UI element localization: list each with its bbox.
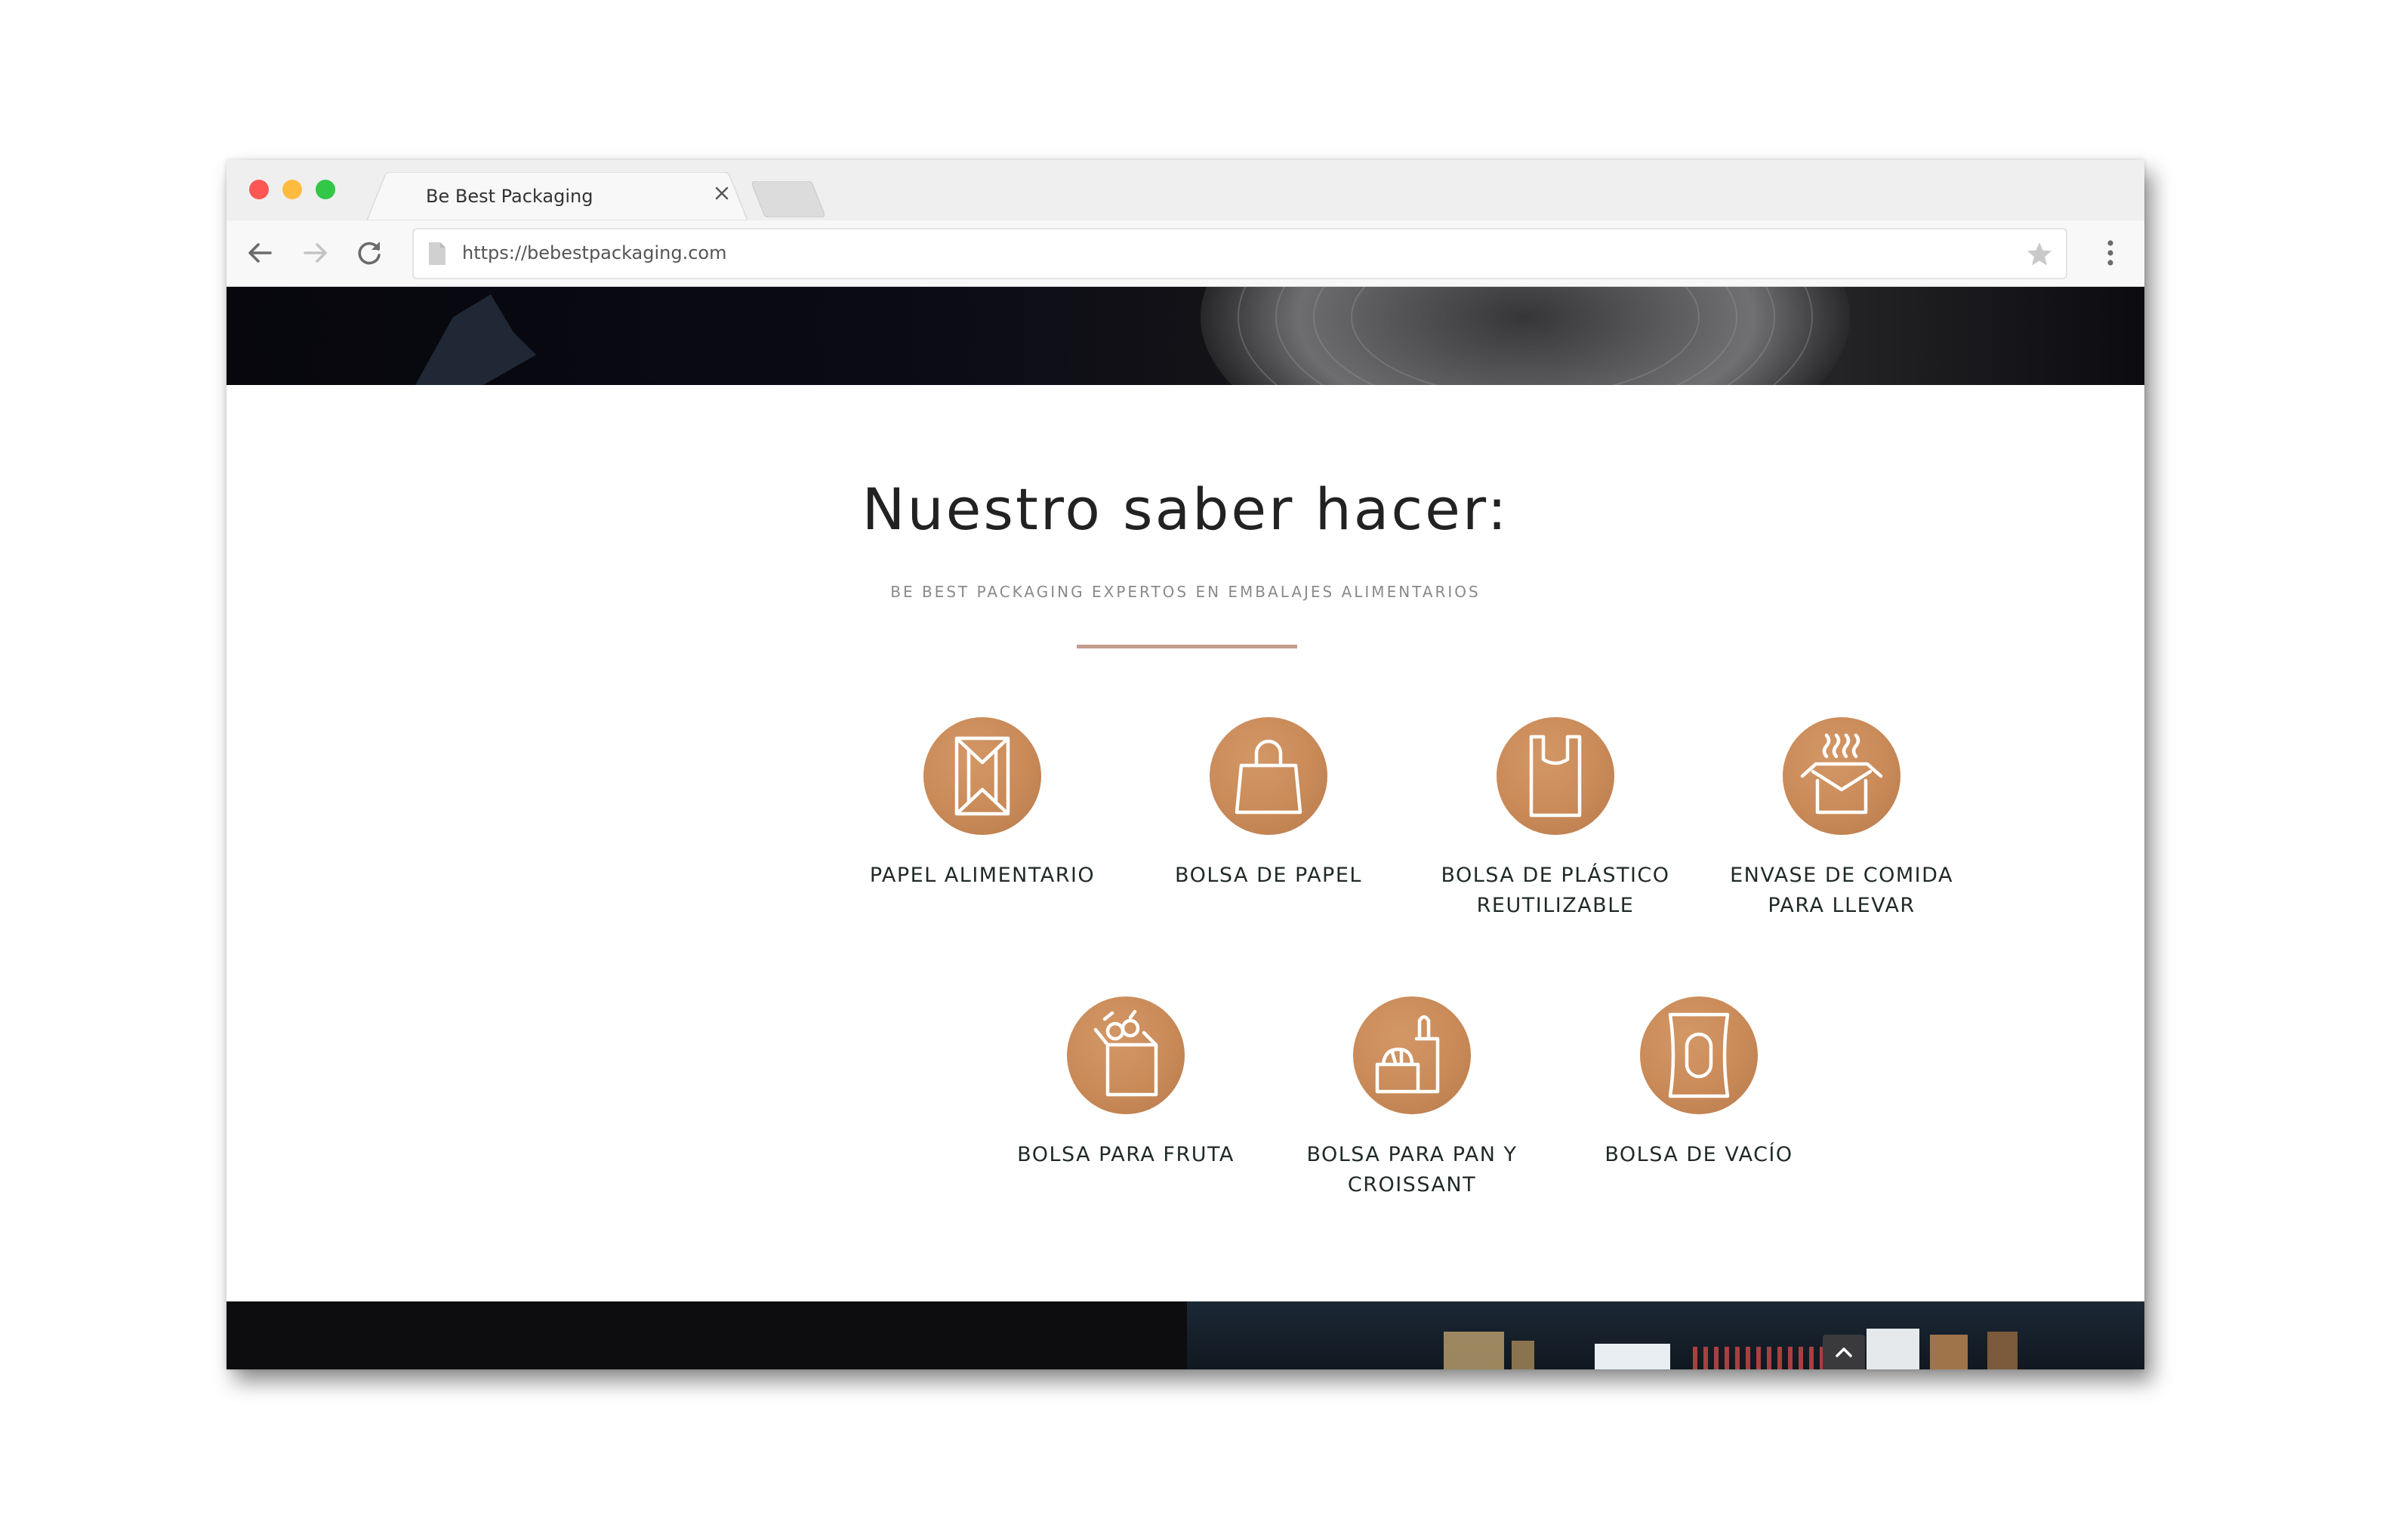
tab-title: Be Best Packaging [426, 186, 593, 207]
takeaway-box-icon [1800, 733, 1883, 815]
close-window-button[interactable] [249, 180, 269, 199]
toolbar: https://bebestpackaging.com [227, 220, 2144, 287]
footer-shop-image [1187, 1301, 2144, 1369]
service-label: BOLSA DE PLÁSTICO REUTILIZABLE [1441, 864, 1670, 917]
service-label: PAPEL ALIMENTARIO [869, 864, 1096, 887]
footer-image-band [227, 1301, 2144, 1369]
section-title: Nuestro saber hacer: [862, 476, 1509, 543]
hero-roll-graphic [415, 287, 1850, 385]
bread-bag-icon [1375, 1015, 1440, 1094]
plastic-bag-icon [1529, 735, 1582, 818]
new-tab-button[interactable] [752, 181, 825, 217]
minimize-window-button[interactable] [282, 180, 302, 199]
service-label: BOLSA DE VACÍO [1605, 1143, 1793, 1166]
title-divider [1077, 645, 1297, 648]
url-bar[interactable]: https://bebestpackaging.com [412, 228, 2067, 279]
close-tab-icon[interactable] [708, 180, 735, 207]
page-icon [429, 242, 445, 265]
page-viewport: Nuestro saber hacer: BE BEST PACKAGING E… [227, 287, 2144, 1369]
maximize-window-button[interactable] [316, 180, 335, 199]
service-label: BOLSA PARA FRUTA [1017, 1143, 1235, 1166]
bookmark-star-icon[interactable] [2024, 239, 2055, 270]
service-label: BOLSA DE PAPEL [1175, 864, 1362, 887]
service-label: ENVASE DE COMIDA PARA LLEVAR [1730, 864, 1953, 917]
service-label: BOLSA PARA PAN Y CROISSANT [1306, 1143, 1518, 1197]
scroll-to-top-button[interactable] [1823, 1335, 1865, 1369]
back-arrow-icon[interactable] [242, 234, 279, 272]
browser-tab[interactable]: Be Best Packaging [367, 172, 748, 220]
tab-bar: Be Best Packaging [227, 160, 2144, 220]
section-subtitle: BE BEST PACKAGING EXPERTOS EN EMBALAJES … [890, 583, 1481, 601]
vacuum-bag-icon [1668, 1012, 1730, 1098]
forward-arrow-icon[interactable] [296, 234, 334, 272]
reload-icon[interactable] [350, 234, 388, 272]
paper-bag-icon [1235, 739, 1302, 815]
browser-window: Be Best Packaging https://bebestpackagin… [227, 160, 2144, 1369]
kebab-menu-icon[interactable] [2092, 234, 2129, 272]
chevron-up-icon [1836, 1348, 1852, 1357]
url-text[interactable]: https://bebestpackaging.com [462, 242, 727, 263]
food-paper-icon [954, 736, 1010, 816]
shop-shelf-graphic [1444, 1329, 2018, 1369]
fruit-bag-icon [1093, 1009, 1158, 1097]
hero-image [227, 287, 2144, 385]
